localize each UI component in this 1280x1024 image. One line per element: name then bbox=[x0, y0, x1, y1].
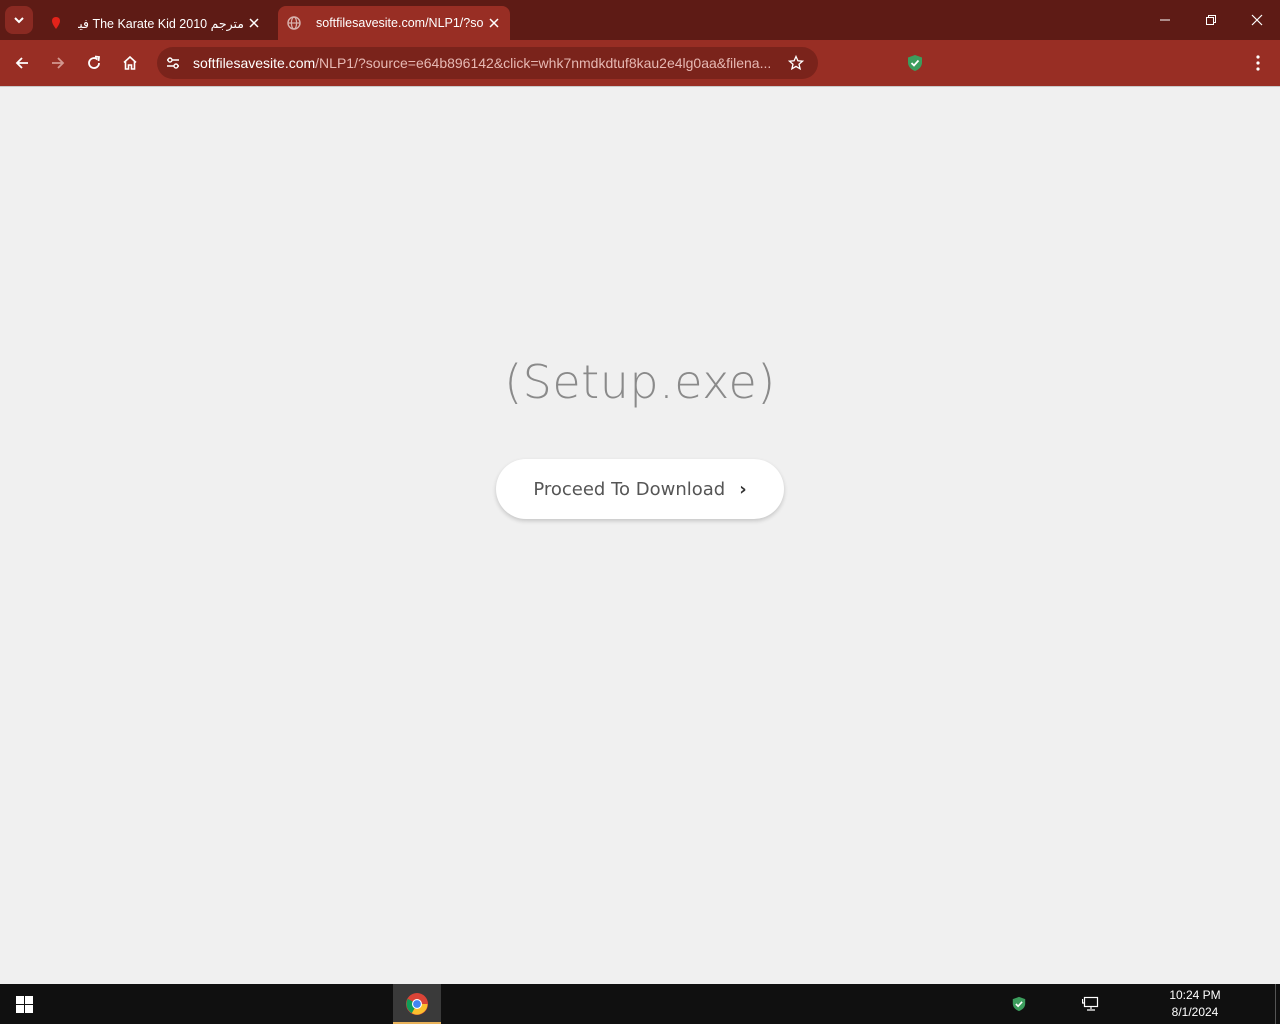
tune-icon bbox=[167, 57, 179, 69]
minimize-icon bbox=[1160, 19, 1170, 21]
network-icon bbox=[1082, 996, 1099, 1011]
shield-extension-button[interactable] bbox=[903, 51, 927, 75]
tray-network-button[interactable] bbox=[1079, 992, 1103, 1016]
proceed-label: Proceed To Download bbox=[533, 478, 726, 500]
star-icon bbox=[788, 55, 804, 71]
browser-menu-button[interactable] bbox=[1246, 49, 1270, 77]
reload-button[interactable] bbox=[78, 47, 110, 79]
tab-search-button[interactable] bbox=[5, 6, 33, 34]
forward-button[interactable] bbox=[42, 47, 74, 79]
show-desktop-button[interactable] bbox=[1275, 984, 1276, 1024]
url-host: softfilesavesite.com bbox=[193, 55, 316, 71]
tray-shield-button[interactable] bbox=[1007, 992, 1031, 1016]
browser-toolbar: softfilesavesite.com/NLP1/?source=e64b89… bbox=[0, 40, 1280, 86]
close-icon bbox=[1251, 14, 1263, 26]
forward-arrow-icon bbox=[52, 57, 65, 69]
back-button[interactable] bbox=[6, 47, 38, 79]
kebab-menu-icon bbox=[1256, 55, 1260, 71]
tab-title: softfilesavesite.com/NLP1/?source=e64b89… bbox=[316, 16, 484, 30]
back-arrow-icon bbox=[15, 57, 28, 69]
start-button[interactable] bbox=[0, 984, 48, 1024]
site-info-button[interactable] bbox=[159, 49, 187, 77]
minimize-button[interactable] bbox=[1142, 0, 1188, 40]
taskbar-clock[interactable]: 10:24 PM 8/1/2024 bbox=[1160, 987, 1230, 1021]
close-tab-icon[interactable] bbox=[484, 13, 504, 33]
home-icon bbox=[123, 55, 137, 70]
windows-logo-icon bbox=[15, 995, 33, 1013]
url-path: /NLP1/?source=e64b896142&click=whk7nmdkd… bbox=[315, 55, 772, 71]
proceed-to-download-button[interactable]: Proceed To Download › bbox=[496, 459, 784, 519]
restore-icon bbox=[1206, 15, 1216, 25]
red-pin-icon bbox=[48, 15, 64, 31]
url-text[interactable]: softfilesavesite.com/NLP1/?source=e64b89… bbox=[193, 55, 773, 71]
page-content: (Setup.exe) Proceed To Download › bbox=[0, 87, 1280, 984]
tab-softfilesavesite[interactable]: softfilesavesite.com/NLP1/?source=e64b89… bbox=[278, 6, 510, 40]
tab-karate-kid[interactable]: مترجم The Karate Kid 2010 فيلم bbox=[40, 6, 272, 40]
close-window-button[interactable] bbox=[1234, 0, 1280, 40]
clock-time: 10:24 PM bbox=[1169, 988, 1221, 1002]
chrome-taskbar-button[interactable] bbox=[393, 984, 441, 1024]
bookmark-button[interactable] bbox=[784, 51, 808, 75]
home-button[interactable] bbox=[114, 47, 146, 79]
shield-check-icon bbox=[908, 55, 922, 71]
globe-icon bbox=[286, 15, 302, 31]
shield-check-icon bbox=[1012, 996, 1026, 1012]
restore-button[interactable] bbox=[1188, 0, 1234, 40]
close-tab-icon[interactable] bbox=[244, 13, 264, 33]
tab-title: مترجم The Karate Kid 2010 فيلم bbox=[78, 16, 244, 31]
chevron-right-icon: › bbox=[739, 478, 747, 500]
address-bar[interactable]: softfilesavesite.com/NLP1/?source=e64b89… bbox=[157, 47, 818, 79]
reload-icon bbox=[88, 55, 101, 69]
chrome-icon bbox=[406, 993, 428, 1015]
tab-strip: مترجم The Karate Kid 2010 فيلم softfiles… bbox=[0, 0, 1280, 40]
file-name-heading: (Setup.exe) bbox=[504, 355, 776, 409]
taskbar: 10:24 PM 8/1/2024 bbox=[0, 984, 1280, 1024]
clock-date: 8/1/2024 bbox=[1171, 1005, 1219, 1019]
chevron-down-icon bbox=[14, 17, 24, 24]
